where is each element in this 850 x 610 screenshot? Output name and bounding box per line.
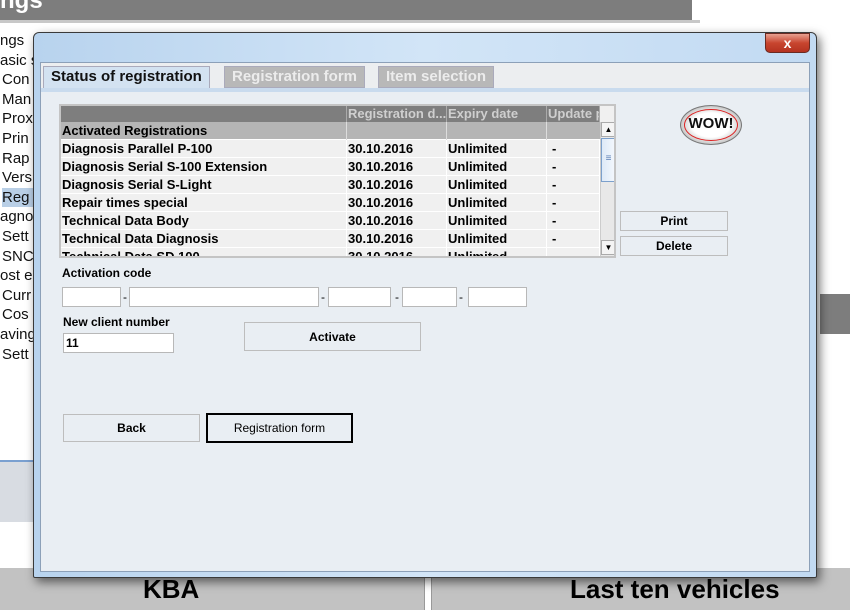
registration-dialog: x Status of registration Registration fo… [33, 32, 817, 578]
expiry-date-cell: Unlimited [447, 230, 547, 248]
expiry-date-cell: Unlimited [447, 212, 547, 230]
name-cell: Technical Data Body [61, 212, 347, 230]
column-header-registration-date[interactable]: Registration d... [347, 106, 447, 122]
background-window-title: ngs [0, 0, 692, 20]
activate-button[interactable]: Activate [244, 322, 421, 351]
background-panel [820, 294, 850, 334]
dash-separator: - [395, 290, 399, 304]
activation-code-field-4[interactable] [402, 287, 457, 307]
name-cell: Diagnosis Parallel P-100 [61, 140, 347, 158]
tab-kba[interactable]: KBA [143, 574, 199, 605]
expiry-date-cell: Unlimited [447, 194, 547, 212]
name-cell: Repair times special [61, 194, 347, 212]
tab-status-of-registration[interactable]: Status of registration [43, 66, 210, 88]
registration-date-cell: 30.10.2016 [347, 230, 447, 248]
back-button[interactable]: Back [63, 414, 200, 442]
registration-form-button[interactable]: Registration form [206, 413, 353, 443]
group-cell [347, 122, 447, 140]
table-row[interactable]: Technical Data Diagnosis 30.10.2016 Unlimi… [61, 230, 600, 248]
update-cell: - [547, 158, 600, 176]
activation-code-field-3[interactable] [328, 287, 391, 307]
tab-last-ten-vehicles[interactable]: Last ten vehicles [570, 574, 780, 605]
registration-date-cell: 30.10.2016 [347, 158, 447, 176]
delete-button[interactable]: Delete [620, 236, 728, 256]
activation-code-field-5[interactable] [468, 287, 527, 307]
update-cell: - [547, 230, 600, 248]
column-header-update[interactable]: Update p [547, 106, 600, 122]
activation-code-field-1[interactable] [62, 287, 121, 307]
name-cell: Technical Data Diagnosis [61, 230, 347, 248]
tab-panel: Registration d... Expiry date Update p A… [41, 88, 809, 571]
expiry-date-cell: Unlimited [447, 158, 547, 176]
scroll-up-icon[interactable]: ▲ [601, 122, 614, 137]
expiry-date-cell: Unlimited [447, 248, 547, 256]
dash-separator: - [123, 290, 127, 304]
activation-code-label: Activation code [62, 266, 152, 280]
scroll-down-icon[interactable]: ▼ [601, 240, 614, 255]
client-number-field[interactable]: 11 [63, 333, 174, 353]
table-row[interactable]: Diagnosis Serial S-Light 30.10.2016 Unlimi… [61, 176, 600, 194]
update-cell [547, 248, 600, 256]
table-row[interactable]: Technical Data SD 100 30.10.2016 Unlimited [61, 248, 600, 256]
group-label: Activated Registrations [61, 122, 347, 140]
table-row[interactable]: Repair times special 30.10.2016 Unlimited - [61, 194, 600, 212]
registration-date-cell: 30.10.2016 [347, 212, 447, 230]
registration-date-cell: 30.10.2016 [347, 248, 447, 256]
dialog-content: Status of registration Registration form… [40, 62, 810, 572]
client-number-label: New client number [63, 315, 170, 329]
print-button[interactable]: Print [620, 211, 728, 231]
table-row[interactable]: Diagnosis Parallel P-100 30.10.2016 Unlimi… [61, 140, 600, 158]
dash-separator: - [459, 290, 463, 304]
table-row[interactable]: Diagnosis Serial S-100 Extension 30.10.20… [61, 158, 600, 176]
dash-separator: - [321, 290, 325, 304]
column-header-name[interactable] [61, 106, 347, 122]
name-cell: Technical Data SD 100 [61, 248, 347, 256]
registration-date-cell: 30.10.2016 [347, 194, 447, 212]
tab-item-selection[interactable]: Item selection [378, 66, 495, 88]
scroll-thumb[interactable]: ≡ [601, 138, 614, 182]
registration-date-cell: 30.10.2016 [347, 140, 447, 158]
table-group-row: Activated Registrations [61, 122, 600, 140]
update-cell: - [547, 176, 600, 194]
activation-code-field-2[interactable] [129, 287, 319, 307]
update-cell: - [547, 194, 600, 212]
wow-logo: WOW! [680, 105, 742, 145]
column-header-expiry-date[interactable]: Expiry date [447, 106, 547, 122]
name-cell: Diagnosis Serial S-Light [61, 176, 347, 194]
registration-date-cell: 30.10.2016 [347, 176, 447, 194]
group-cell [447, 122, 547, 140]
tab-registration-form[interactable]: Registration form [224, 66, 366, 88]
table-row[interactable]: Technical Data Body 30.10.2016 Unlimited - [61, 212, 600, 230]
expiry-date-cell: Unlimited [447, 176, 547, 194]
name-cell: Diagnosis Serial S-100 Extension [61, 158, 347, 176]
update-cell: - [547, 212, 600, 230]
table-scrollbar[interactable]: ▲ ≡ ▼ [600, 122, 614, 256]
registrations-table: Registration d... Expiry date Update p A… [59, 104, 616, 258]
expiry-date-cell: Unlimited [447, 140, 547, 158]
close-button[interactable]: x [765, 33, 810, 53]
background-title-edge [0, 20, 700, 23]
update-cell: - [547, 140, 600, 158]
